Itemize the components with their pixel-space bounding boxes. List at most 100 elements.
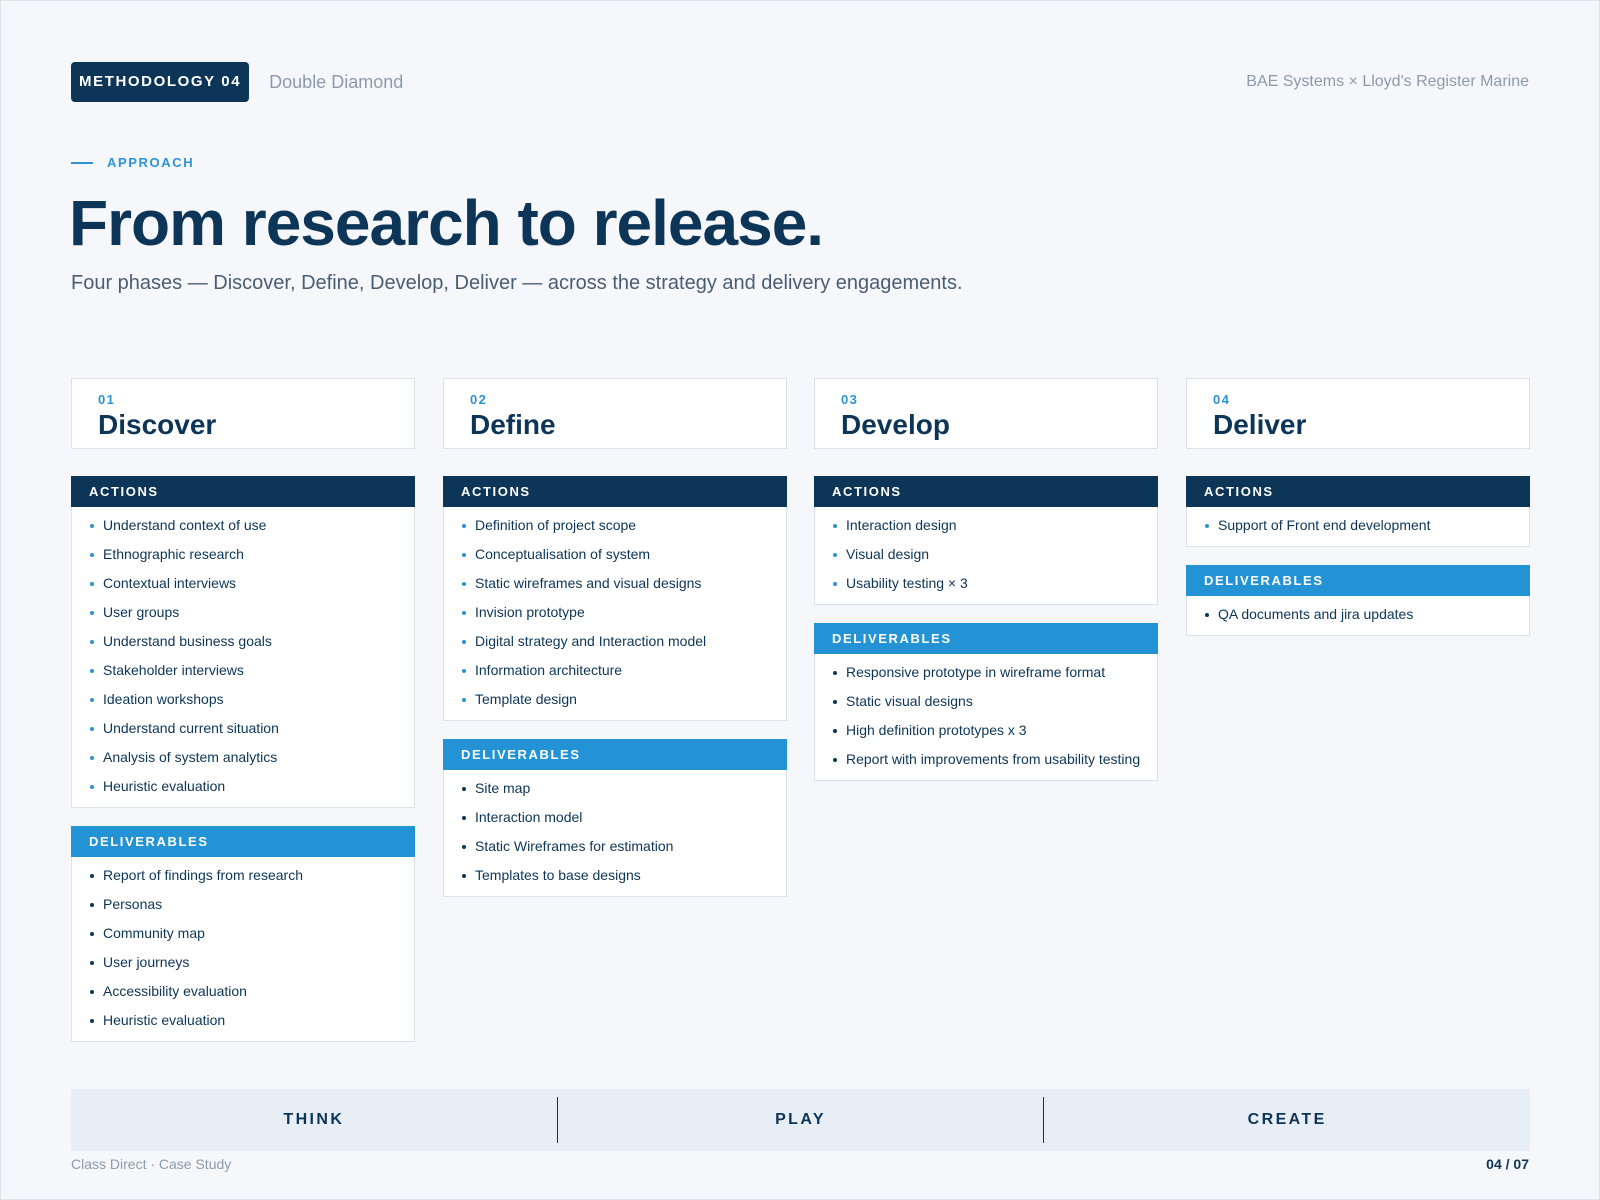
list-item: Heuristic evaluation xyxy=(90,772,400,801)
actions-section: ACTIONS Understand context of use Ethnogra… xyxy=(71,476,415,808)
page-number: 04 / 07 xyxy=(1486,1156,1529,1172)
phase-card: 04 Deliver xyxy=(1186,378,1530,449)
list-item: Ideation workshops xyxy=(90,685,400,714)
top-bar: METHODOLOGY 04 Double Diamond BAE System… xyxy=(71,62,1529,102)
actions-section: ACTIONS Support of Front end development xyxy=(1186,476,1530,547)
list-item: Definition of project scope xyxy=(462,511,772,540)
list-item: Usability testing × 3 xyxy=(833,569,1143,598)
phase-column-1: 01 Discover ACTIONS Understand context of u… xyxy=(71,378,415,1042)
list-item: Ethnographic research xyxy=(90,540,400,569)
actions-section: ACTIONS Definition of project scope Concep… xyxy=(443,476,787,721)
actions-list: Interaction design Visual design Usability… xyxy=(833,511,1143,598)
deliverables-list: Responsive prototype in wireframe format… xyxy=(833,658,1143,774)
deliverables-body: QA documents and jira updates xyxy=(1186,596,1530,636)
methodology-name: Double Diamond xyxy=(269,71,404,92)
page-subtitle: Four phases — Discover, Define, Develop,… xyxy=(71,272,963,294)
list-item: Community map xyxy=(90,919,400,948)
phase-number: 03 xyxy=(841,392,859,407)
phase-name: Develop xyxy=(841,409,950,440)
list-item: Static visual designs xyxy=(833,687,1143,716)
list-item: High definition prototypes x 3 xyxy=(833,716,1143,745)
list-item: Understand context of use xyxy=(90,511,400,540)
list-item: Stakeholder interviews xyxy=(90,656,400,685)
band-create: CREATE xyxy=(1247,1111,1327,1128)
phase-number: 02 xyxy=(470,392,488,407)
list-item: Static wireframes and visual designs xyxy=(462,569,772,598)
actions-header: ACTIONS xyxy=(443,476,787,507)
actions-body: Interaction design Visual design Usability… xyxy=(814,507,1158,605)
list-item: Heuristic evaluation xyxy=(90,1006,400,1035)
list-item: Template design xyxy=(462,685,772,714)
list-item: Interaction model xyxy=(462,803,772,832)
list-item: QA documents and jira updates xyxy=(1205,600,1515,629)
phase-card: 03 Develop xyxy=(814,378,1158,449)
list-item: Static Wireframes for estimation xyxy=(462,832,772,861)
actions-list: Support of Front end development xyxy=(1205,511,1515,540)
deliverables-section: DELIVERABLES Responsive prototype in wire… xyxy=(814,623,1158,781)
actions-body: Definition of project scope Conceptualisa… xyxy=(443,507,787,721)
actions-header: ACTIONS xyxy=(71,476,415,507)
phase-column-2: 02 Define ACTIONS Definition of project sco… xyxy=(443,378,787,897)
band-think: THINK xyxy=(283,1111,345,1128)
think-play-create-band: THINK PLAY CREATE xyxy=(71,1089,1530,1151)
deliverables-header: DELIVERABLES xyxy=(443,739,787,770)
list-item: Understand current situation xyxy=(90,714,400,743)
actions-list: Understand context of use Ethnographic re… xyxy=(90,511,400,801)
methodology-badge: METHODOLOGY 04 xyxy=(71,62,250,102)
phase-card: 02 Define xyxy=(443,378,787,449)
phase-column-4: 04 Deliver ACTIONS Support of Front end dev… xyxy=(1186,378,1530,636)
phase-columns: 01 Discover ACTIONS Understand context of u… xyxy=(71,378,1530,1048)
list-item: Invision prototype xyxy=(462,598,772,627)
deliverables-section: DELIVERABLES Site map Interaction model Sta… xyxy=(443,739,787,897)
phase-card: 01 Discover xyxy=(71,378,415,449)
list-item: Personas xyxy=(90,890,400,919)
actions-list: Definition of project scope Conceptualisa… xyxy=(462,511,772,714)
list-item: Visual design xyxy=(833,540,1143,569)
list-item: Contextual interviews xyxy=(90,569,400,598)
deliverables-header: DELIVERABLES xyxy=(814,623,1158,654)
list-item: Digital strategy and Interaction model xyxy=(462,627,772,656)
actions-body: Understand context of use Ethnographic re… xyxy=(71,507,415,808)
eyebrow-rule xyxy=(71,161,93,164)
list-item: Analysis of system analytics xyxy=(90,743,400,772)
list-item: Accessibility evaluation xyxy=(90,977,400,1006)
list-item: Support of Front end development xyxy=(1205,511,1515,540)
deliverables-list: QA documents and jira updates xyxy=(1205,600,1515,629)
list-item: User groups xyxy=(90,598,400,627)
eyebrow: APPROACH xyxy=(71,155,194,170)
deliverables-body: Site map Interaction model Static Wirefram… xyxy=(443,770,787,897)
band-play: PLAY xyxy=(775,1111,826,1128)
client-label: BAE Systems × Lloyd's Register Marine xyxy=(1246,73,1529,90)
phase-name: Discover xyxy=(98,409,217,440)
list-item: Templates to base designs xyxy=(462,861,772,890)
list-item: User journeys xyxy=(90,948,400,977)
deliverables-section: DELIVERABLES Report of findings from rese… xyxy=(71,826,415,1042)
actions-header: ACTIONS xyxy=(814,476,1158,507)
list-item: Information architecture xyxy=(462,656,772,685)
eyebrow-label: APPROACH xyxy=(107,155,195,170)
deliverables-body: Responsive prototype in wireframe format… xyxy=(814,654,1158,781)
deliverables-section: DELIVERABLES QA documents and jira update… xyxy=(1186,565,1530,636)
phase-column-3: 03 Develop ACTIONS Interaction design Visual… xyxy=(814,378,1158,781)
actions-section: ACTIONS Interaction design Visual design Us… xyxy=(814,476,1158,605)
deliverables-header: DELIVERABLES xyxy=(71,826,415,857)
list-item: Conceptualisation of system xyxy=(462,540,772,569)
list-item: Site map xyxy=(462,774,772,803)
actions-header: ACTIONS xyxy=(1186,476,1530,507)
list-item: Understand business goals xyxy=(90,627,400,656)
actions-body: Support of Front end development xyxy=(1186,507,1530,547)
phase-number: 01 xyxy=(98,392,116,407)
list-item: Responsive prototype in wireframe format xyxy=(833,658,1143,687)
footer-caption: Class Direct · Case Study xyxy=(71,1156,232,1172)
deliverables-list: Report of findings from research Personas… xyxy=(90,861,400,1035)
deliverables-body: Report of findings from research Personas… xyxy=(71,857,415,1042)
deliverables-list: Site map Interaction model Static Wirefram… xyxy=(462,774,772,890)
page-title: From research to release. xyxy=(69,187,824,259)
phase-name: Define xyxy=(470,409,556,440)
list-item: Report of findings from research xyxy=(90,861,400,890)
phase-number: 04 xyxy=(1213,392,1231,407)
phase-name: Deliver xyxy=(1213,409,1307,440)
deliverables-header: DELIVERABLES xyxy=(1186,565,1530,596)
list-item: Report with improvements from usability … xyxy=(833,745,1143,774)
list-item: Interaction design xyxy=(833,511,1143,540)
